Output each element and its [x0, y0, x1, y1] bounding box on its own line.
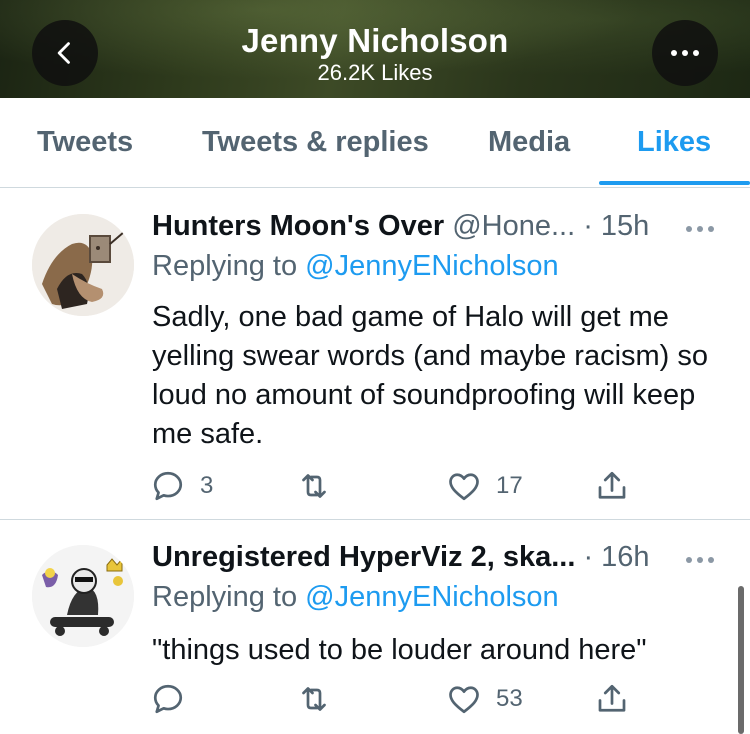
tweet-actions: 3 17 — [150, 468, 650, 508]
more-horizontal-icon[interactable] — [686, 557, 714, 563]
like-count: 17 — [496, 472, 523, 499]
like-button[interactable]: 17 — [446, 468, 523, 504]
active-tab-indicator — [599, 181, 750, 185]
tweet-text: Sadly, one bad game of Halo will get me … — [152, 301, 709, 450]
tweet-time[interactable]: · 16h — [583, 541, 649, 573]
replying-prefix: Replying to — [152, 581, 306, 613]
replying-prefix: Replying to — [152, 250, 306, 282]
author-name[interactable]: Unregistered HyperViz 2, ska... — [152, 541, 575, 573]
share-button[interactable] — [594, 681, 630, 717]
profile-header: Jenny Nicholson 26.2K Likes — [0, 0, 750, 98]
more-options-button[interactable] — [652, 20, 718, 86]
scrollbar[interactable] — [738, 586, 744, 734]
avatar-image — [32, 545, 134, 647]
tab-tweets-replies[interactable]: Tweets & replies — [202, 126, 429, 159]
tweet-text: "things used to be louder around here" — [152, 634, 647, 666]
share-icon — [598, 684, 626, 712]
reply-button[interactable]: 3 — [150, 468, 213, 504]
retweet-icon — [302, 474, 326, 498]
replying-to: Replying to @JennyENicholson — [152, 250, 559, 283]
avatar[interactable] — [32, 545, 134, 647]
share-icon — [598, 471, 626, 499]
tweet-time[interactable]: · 15h — [583, 210, 649, 242]
tab-media[interactable]: Media — [488, 126, 570, 159]
author-handle[interactable]: @Hone... — [452, 210, 575, 242]
reply-icon — [153, 684, 183, 714]
avatar-image — [32, 214, 134, 316]
author-name[interactable]: Hunters Moon's Over — [152, 210, 444, 242]
more-horizontal-icon — [671, 50, 699, 56]
profile-tabs: Tweets Tweets & replies Media Likes — [0, 98, 750, 188]
retweet-button[interactable] — [296, 468, 346, 504]
mention-link[interactable]: @JennyENicholson — [305, 581, 559, 613]
like-count: 53 — [496, 685, 523, 712]
tweet[interactable]: Unregistered HyperViz 2, ska... · 16h Re… — [0, 521, 750, 734]
tweet-header: Hunters Moon's Over @Hone... · 15h — [152, 210, 732, 250]
reply-button[interactable] — [150, 681, 200, 717]
reply-icon — [153, 471, 183, 501]
reply-count: 3 — [200, 472, 214, 499]
retweet-icon — [302, 687, 326, 711]
likes-count: 26.2K Likes — [317, 60, 433, 85]
tweet-actions: 53 — [150, 681, 650, 721]
tweet-header: Unregistered HyperViz 2, ska... · 16h — [152, 541, 732, 581]
profile-name: Jenny Nicholson — [241, 22, 509, 59]
avatar[interactable] — [32, 214, 134, 316]
tweet[interactable]: Hunters Moon's Over @Hone... · 15h Reply… — [0, 190, 750, 520]
tab-likes[interactable]: Likes — [637, 126, 711, 159]
more-horizontal-icon[interactable] — [686, 226, 714, 232]
heart-icon — [449, 686, 479, 714]
tab-tweets[interactable]: Tweets — [37, 126, 133, 159]
like-button[interactable]: 53 — [446, 681, 523, 717]
retweet-button[interactable] — [296, 681, 346, 717]
mention-link[interactable]: @JennyENicholson — [305, 250, 559, 282]
heart-icon — [449, 473, 479, 501]
share-button[interactable] — [594, 468, 630, 504]
replying-to: Replying to @JennyENicholson — [152, 581, 559, 614]
